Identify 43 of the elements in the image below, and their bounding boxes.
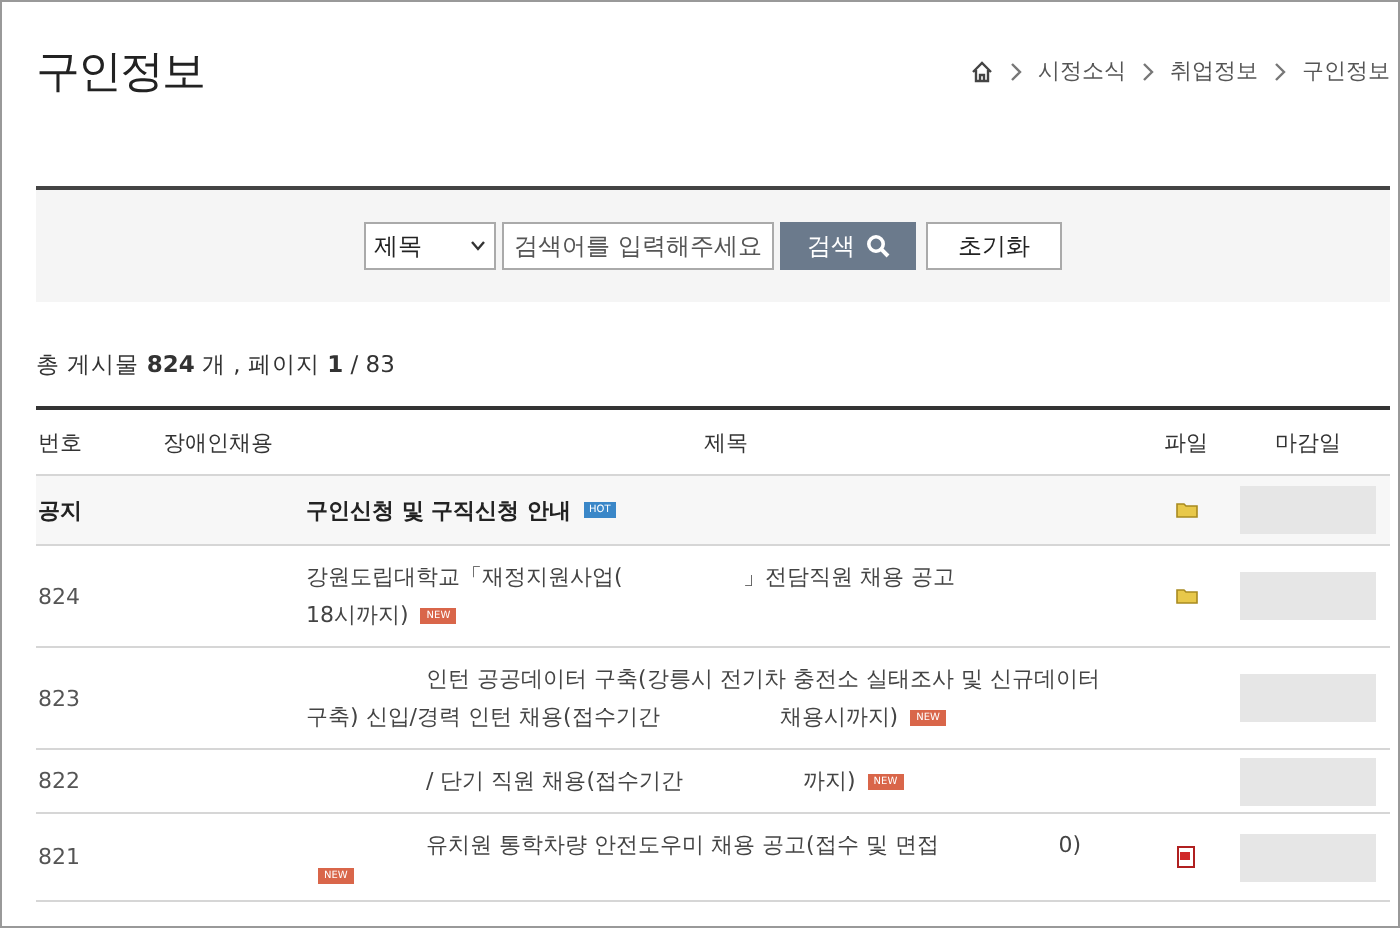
page-title: 구인정보 [36, 45, 204, 101]
blurred-date [1240, 674, 1376, 722]
breadcrumb-link[interactable]: 시정소식 [1038, 56, 1126, 86]
search-input[interactable]: 검색어를 입력해주세요 [502, 222, 774, 270]
post-title-link[interactable]: 18시까지) [306, 600, 409, 630]
post-title-link[interactable]: 구축) 신입/경력 인턴 채용(접수기간 [306, 702, 660, 732]
column-header: 장애인채용 [163, 429, 273, 455]
row-number: 공지 [38, 497, 82, 523]
column-header: 번호 [38, 429, 82, 455]
post-title-link[interactable]: 까지) [803, 766, 856, 796]
row-number: 822 [38, 768, 80, 794]
post-title-link[interactable]: 채용시까지) [779, 702, 899, 732]
search-button[interactable]: 검색 [780, 222, 916, 270]
post-title-link[interactable]: 유치원 통학차량 안전도우미 채용 공고(접수 및 면접 [426, 830, 939, 860]
folder-icon[interactable] [1175, 502, 1197, 518]
search-icon [865, 234, 889, 258]
column-header: 제목 [704, 429, 748, 455]
post-title-link[interactable]: 인턴 공공데이터 구축(강릉시 전기차 충전소 실태조사 및 신규데이터 [426, 664, 1100, 694]
post-title-link[interactable]: / 단기 직원 채용(접수기간 [426, 766, 683, 796]
column-header: 파일 [1164, 429, 1208, 455]
blurred-date [1240, 757, 1376, 805]
post-title-link[interactable]: 0) [1058, 832, 1082, 858]
row-number: 821 [38, 844, 80, 870]
blurred-date [1240, 572, 1376, 620]
row-number: 824 [38, 583, 80, 609]
post-title-link[interactable]: 강원도립대학교「재정지원사업( [306, 562, 623, 592]
post-count-text: 총 게시물 824 개 , 페이지 1 / 83 [36, 350, 395, 378]
row-number: 823 [38, 685, 80, 711]
breadcrumb-link[interactable]: 구인정보 [1302, 56, 1390, 86]
home-icon[interactable] [970, 59, 994, 83]
document-icon[interactable] [1176, 846, 1196, 868]
post-title-link[interactable]: 구인신청 및 구직신청 안내 [306, 495, 571, 525]
caret-icon [470, 240, 486, 252]
column-header: 마감일 [1275, 429, 1341, 455]
post-title-link[interactable]: 」전담직원 채용 공고 [742, 562, 955, 592]
chevron-icon [1140, 61, 1156, 81]
chevron-icon [1272, 61, 1288, 81]
search-field-dropdown[interactable]: 제목 [364, 222, 496, 270]
chevron-icon [1008, 61, 1024, 81]
folder-icon[interactable] [1175, 588, 1197, 604]
breadcrumb-link[interactable]: 취업정보 [1170, 56, 1258, 86]
reset-button[interactable]: 초기화 [926, 222, 1062, 270]
blurred-date [1240, 833, 1376, 881]
